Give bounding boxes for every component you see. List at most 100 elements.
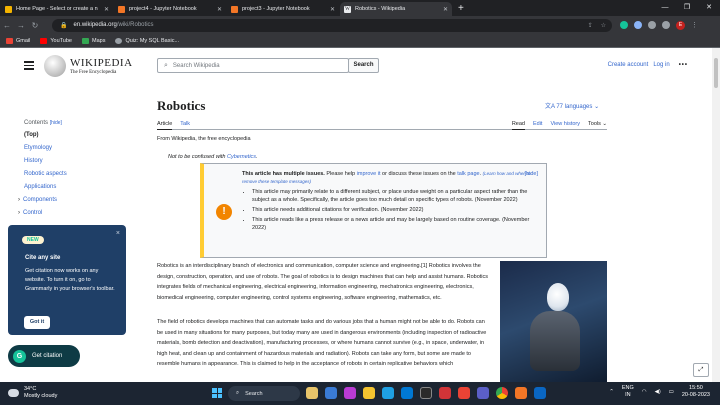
app-icon[interactable] bbox=[458, 387, 470, 399]
chrome-icon[interactable] bbox=[496, 387, 508, 399]
tab-close-icon[interactable]: ✕ bbox=[330, 6, 335, 13]
toc-item-top[interactable]: (Top) bbox=[24, 132, 67, 138]
issue-item: This article needs additional citations … bbox=[252, 206, 542, 214]
forward-icon[interactable]: → bbox=[14, 21, 28, 30]
tab-edit[interactable]: Edit bbox=[533, 121, 542, 130]
popup-heading: Cite any site bbox=[25, 255, 61, 261]
more-options-icon[interactable]: ••• bbox=[679, 62, 688, 68]
profile-avatar[interactable]: E bbox=[676, 20, 685, 30]
toc-hide-link[interactable]: [hide] bbox=[50, 120, 62, 126]
close-icon[interactable]: × bbox=[116, 230, 120, 237]
browser-tab-3[interactable]: project3 - Jupyter Notebook ✕ bbox=[227, 2, 339, 16]
app-icon[interactable] bbox=[306, 387, 318, 399]
wikipedia-logo[interactable]: WIKIPEDIA The Free Encyclopedia bbox=[44, 55, 133, 77]
get-citation-button[interactable]: G Get citation bbox=[8, 345, 80, 367]
tab-talk[interactable]: Talk bbox=[180, 121, 190, 130]
grammarly-popup: NEW × Cite any site Get citation now wor… bbox=[8, 225, 126, 335]
browser-tab-bar: Home Page - Select or create a n ✕ proje… bbox=[0, 0, 720, 16]
app-icon[interactable] bbox=[344, 387, 356, 399]
talk-page-link[interactable]: talk page bbox=[457, 171, 479, 177]
search-button[interactable]: Search bbox=[348, 58, 379, 73]
file-explorer-icon[interactable] bbox=[363, 387, 375, 399]
back-icon[interactable]: ← bbox=[0, 21, 14, 30]
maximize-icon[interactable]: ❐ bbox=[676, 0, 698, 16]
app-icon[interactable] bbox=[439, 387, 451, 399]
tab-view-history[interactable]: View history bbox=[550, 121, 580, 130]
bookmark-star-icon[interactable]: ☆ bbox=[601, 22, 606, 29]
youtube-icon bbox=[40, 37, 48, 44]
toc-item-etymology[interactable]: Etymology bbox=[24, 145, 67, 151]
toc-item-components[interactable]: › Components bbox=[18, 197, 67, 203]
speaker-icon[interactable]: ◀) bbox=[655, 389, 661, 395]
wifi-icon[interactable]: ◠ bbox=[642, 389, 647, 395]
share-icon[interactable]: ⇪ bbox=[588, 22, 593, 29]
bookmark-label: Quiz: My SQL Basic... bbox=[125, 37, 180, 44]
toc-item-robotic-aspects[interactable]: Robotic aspects bbox=[24, 171, 67, 177]
log-in-link[interactable]: Log in bbox=[653, 62, 669, 68]
bookmark-youtube[interactable]: YouTube bbox=[40, 37, 72, 44]
bookmark-gmail[interactable]: Gmail bbox=[6, 37, 30, 44]
languages-button[interactable]: 文A 77 languages ⌄ bbox=[545, 101, 599, 110]
side-panel-icon[interactable] bbox=[662, 21, 670, 29]
improve-link[interactable]: improve it bbox=[357, 171, 381, 177]
tab-read[interactable]: Read bbox=[511, 121, 525, 130]
url-path: /wiki/Robotics bbox=[116, 22, 154, 28]
reload-icon[interactable]: ↻ bbox=[28, 21, 42, 30]
tab-close-icon[interactable]: ✕ bbox=[104, 6, 109, 13]
chevron-right-icon[interactable]: › bbox=[18, 210, 20, 216]
toc-item-history[interactable]: History bbox=[24, 158, 67, 164]
cybernetics-link[interactable]: Cybernetics bbox=[227, 154, 256, 160]
got-it-button[interactable]: Got it bbox=[24, 316, 50, 329]
create-account-link[interactable]: Create account bbox=[608, 62, 649, 68]
toc-item-control[interactable]: › Control bbox=[18, 210, 67, 216]
app-icon[interactable] bbox=[325, 387, 337, 399]
tab-favicon-icon bbox=[5, 5, 12, 13]
taskbar-search[interactable]: ⌕ Search bbox=[228, 386, 300, 401]
minimize-icon[interactable]: — bbox=[654, 0, 676, 16]
languages-label: 77 languages bbox=[556, 104, 593, 110]
app-icon[interactable] bbox=[420, 387, 432, 399]
tab-close-icon[interactable]: ✕ bbox=[217, 6, 222, 13]
toc-item-applications[interactable]: Applications bbox=[24, 184, 67, 190]
grammarly-extension-icon[interactable] bbox=[620, 21, 628, 29]
app-icon[interactable] bbox=[515, 387, 527, 399]
issues-text: Please help bbox=[326, 171, 356, 177]
new-tab-button[interactable]: + bbox=[458, 2, 464, 16]
expand-icon[interactable]: ⤢ bbox=[693, 363, 709, 377]
edge-icon[interactable] bbox=[382, 387, 394, 399]
tools-dropdown[interactable]: Tools ⌄ bbox=[588, 121, 607, 130]
battery-icon[interactable]: ▭ bbox=[669, 389, 674, 395]
app-icon[interactable] bbox=[477, 387, 489, 399]
language-indicator[interactable]: ENG IN bbox=[622, 385, 634, 399]
extension-icon[interactable] bbox=[634, 21, 642, 29]
close-window-icon[interactable]: ✕ bbox=[698, 0, 720, 16]
lock-icon[interactable]: 🔒 bbox=[60, 22, 67, 29]
bookmark-maps[interactable]: Maps bbox=[82, 37, 105, 44]
second-paragraph: The field of robotics develops machines … bbox=[157, 319, 487, 367]
robot-hand-image[interactable] bbox=[500, 261, 607, 382]
page-scrollbar[interactable] bbox=[712, 48, 720, 382]
scrollbar-thumb[interactable] bbox=[714, 58, 718, 88]
app-icon[interactable] bbox=[534, 387, 546, 399]
search-input[interactable]: ⌕ Search Wikipedia bbox=[157, 58, 349, 73]
chevron-right-icon[interactable]: › bbox=[18, 197, 20, 203]
tab-article[interactable]: Article bbox=[157, 121, 173, 130]
maps-icon bbox=[82, 37, 89, 44]
puzzle-extensions-icon[interactable] bbox=[648, 21, 656, 29]
chevron-down-icon: ⌄ bbox=[594, 104, 600, 110]
chevron-up-icon[interactable]: ⌃ bbox=[609, 389, 614, 395]
clock[interactable]: 15:50 20-08-2023 bbox=[682, 385, 710, 399]
main-menu-icon[interactable] bbox=[24, 61, 34, 72]
weather-widget[interactable]: 34°C Mostly cloudy bbox=[8, 386, 57, 400]
bookmark-quiz[interactable]: Quiz: My SQL Basic... bbox=[115, 37, 180, 44]
multiple-issues-box: ! [hide] This article has multiple issue… bbox=[200, 163, 547, 258]
browser-tab-2[interactable]: project4 - Jupyter Notebook ✕ bbox=[114, 2, 226, 16]
browser-tab-active[interactable]: W Robotics - Wikipedia ✕ bbox=[340, 2, 452, 16]
user-links: Create account Log in ••• bbox=[608, 62, 688, 68]
address-bar[interactable]: 🔒 en.wikipedia.org/wiki/Robotics ⇪ ☆ bbox=[52, 18, 612, 32]
browser-tab-1[interactable]: Home Page - Select or create a n ✕ bbox=[1, 2, 113, 16]
windows-start-icon[interactable] bbox=[212, 388, 222, 398]
app-icon[interactable] bbox=[401, 387, 413, 399]
tab-close-icon[interactable]: ✕ bbox=[443, 6, 448, 13]
browser-menu-icon[interactable]: ⋮ bbox=[691, 21, 698, 29]
